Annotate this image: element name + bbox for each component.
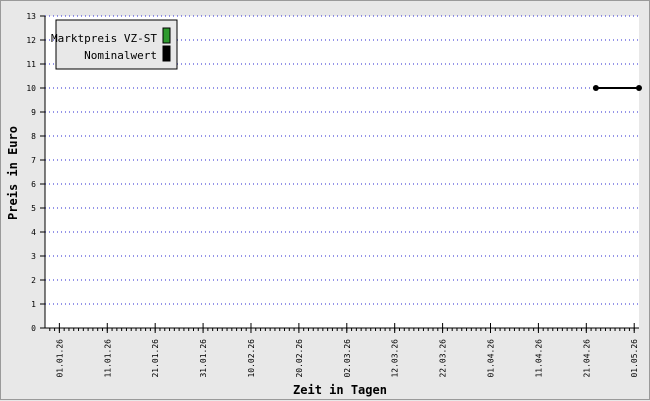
legend: Marktpreis VZ-ST Nominalwert bbox=[51, 19, 178, 70]
legend-swatch-1 bbox=[162, 45, 171, 62]
data-point bbox=[636, 85, 642, 91]
y-tick-label: 11 bbox=[26, 60, 36, 69]
x-tick-label: 02.03.26 bbox=[343, 339, 352, 378]
y-tick-label: 1 bbox=[31, 300, 36, 309]
x-tick-label: 10.02.26 bbox=[247, 339, 256, 378]
x-tick-label: 20.02.26 bbox=[295, 339, 304, 378]
x-tick-label: 21.01.26 bbox=[151, 339, 160, 378]
y-tick-label: 5 bbox=[31, 204, 36, 213]
y-tick-label: 8 bbox=[31, 132, 36, 141]
x-tick-label: 01.04.26 bbox=[487, 339, 496, 378]
legend-label-1: Nominalwert bbox=[84, 49, 157, 62]
y-tick-label: 12 bbox=[26, 36, 36, 45]
y-tick-label: 3 bbox=[31, 252, 36, 261]
legend-label-0: Marktpreis VZ-ST bbox=[51, 32, 157, 45]
x-tick-label: 31.01.26 bbox=[199, 339, 208, 378]
x-tick-label: 01.05.26 bbox=[630, 339, 639, 378]
x-tick-label: 12.03.26 bbox=[391, 339, 400, 378]
legend-swatch-0 bbox=[162, 27, 171, 44]
line-chart: 012345678910111213 01.01.26 11.01.26 21.01… bbox=[6, 12, 642, 397]
chart-frame: 0 1 2 3 4 5 6 7 8 9 10 11 12 13 01.01.26 11.01.26 21.01… bbox=[0, 0, 650, 400]
x-tick-label: 01.01.26 bbox=[55, 339, 64, 378]
x-axis-title: Zeit in Tagen bbox=[293, 383, 387, 397]
y-tick-label: 6 bbox=[31, 180, 36, 189]
y-tick-label: 2 bbox=[31, 276, 36, 285]
y-tick-label: 13 bbox=[26, 12, 36, 21]
x-tick-label: 21.04.26 bbox=[582, 339, 591, 378]
x-tick-label: 22.03.26 bbox=[439, 339, 448, 378]
y-tick-label: 10 bbox=[26, 84, 36, 93]
y-tick-label: 4 bbox=[31, 228, 36, 237]
y-tick-label: 9 bbox=[31, 108, 36, 117]
data-point bbox=[592, 85, 599, 91]
x-tick-label: 11.04.26 bbox=[534, 339, 543, 378]
x-tick-label: 11.01.26 bbox=[103, 339, 112, 378]
y-axis-title: Preis in Euro bbox=[6, 126, 20, 220]
y-axis-ticks: 012345678910111213 bbox=[26, 12, 45, 333]
y-tick-label: 0 bbox=[31, 324, 36, 333]
x-axis-ticks: 01.01.26 11.01.26 21.01.26 31.01.26 10.02.26… bbox=[49, 323, 639, 378]
y-tick-label: 7 bbox=[31, 156, 36, 165]
